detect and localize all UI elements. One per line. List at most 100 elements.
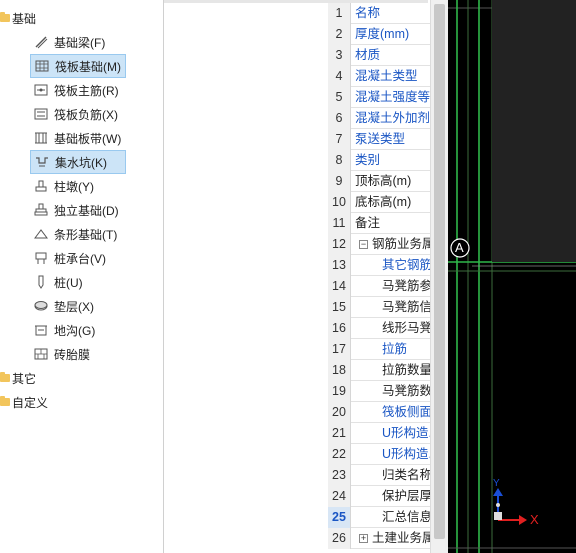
- row-number: 11: [328, 213, 351, 234]
- property-name: 材质: [355, 48, 381, 62]
- property-name: 混凝土类型: [355, 69, 418, 83]
- property-row[interactable]: 8类别有梁式: [328, 150, 430, 171]
- column-pier-icon: [32, 177, 50, 195]
- tree-item-label: 独立基础(D): [54, 203, 119, 218]
- tree-item[interactable]: 桩(U): [30, 270, 83, 294]
- property-name: 拉筋数量...: [382, 363, 430, 377]
- tree-item-label: 垫层(X): [54, 299, 94, 314]
- property-name-cell: 归类名称: [352, 465, 430, 486]
- property-row[interactable]: 10底标高(m)层底标高: [328, 192, 430, 213]
- tree-item[interactable]: 筏板负筋(X): [30, 102, 118, 126]
- property-name-cell: 马凳筋参...: [352, 276, 430, 297]
- raft-negative-rebar-icon: [32, 105, 50, 123]
- property-row[interactable]: 11 备注: [328, 213, 430, 234]
- row-number: 5: [328, 87, 351, 108]
- property-row[interactable]: 7泵送类型(混凝土泵): [328, 129, 430, 150]
- property-row[interactable]: 12−钢筋业务属性: [328, 234, 430, 255]
- tree-folder-1[interactable]: 其它: [0, 366, 36, 390]
- property-name: 类别: [355, 153, 381, 167]
- property-grid-scrollbar[interactable]: [430, 0, 448, 553]
- tree-item[interactable]: 地沟(G): [30, 318, 95, 342]
- row-number: 26: [328, 528, 351, 549]
- property-row[interactable]: 20 筏板侧面...: [328, 402, 430, 423]
- folder-icon: [0, 396, 10, 406]
- tree-item[interactable]: 筏板基础(M): [30, 54, 126, 78]
- property-row[interactable]: 16线形马凳...平行横向受力筋: [328, 318, 430, 339]
- tree-item[interactable]: 筏板主筋(R): [30, 78, 119, 102]
- tree-item[interactable]: 砖胎膜: [30, 342, 90, 366]
- property-row[interactable]: 2厚度(mm)(120): [328, 24, 430, 45]
- row-number: 18: [328, 360, 351, 381]
- tree-item-label: 桩(U): [54, 275, 83, 290]
- cad-drawing: [448, 0, 576, 553]
- tree-item-label: 柱墩(Y): [54, 179, 94, 194]
- tree-item[interactable]: 独立基础(D): [30, 198, 119, 222]
- property-name-cell: U形构造...: [352, 444, 430, 465]
- property-row[interactable]: 9顶标高(m)层底标高+0.12: [328, 171, 430, 192]
- property-name-cell: 底标高(m): [352, 192, 430, 213]
- tree-folder-label: 基础: [12, 11, 37, 26]
- property-name: 拉筋: [382, 342, 408, 356]
- tree-item[interactable]: 条形基础(T): [30, 222, 117, 246]
- property-row[interactable]: 14 马凳筋参...: [328, 276, 430, 297]
- tree-item[interactable]: 集水坑(K): [30, 150, 126, 174]
- property-name: 汇总信息: [382, 510, 430, 524]
- property-row[interactable]: 22U形构造...max(15*d,200): [328, 444, 430, 465]
- property-name: 混凝土外加剂: [355, 111, 430, 125]
- property-row[interactable]: 21 U形构造...: [328, 423, 430, 444]
- property-row[interactable]: 13 其它钢筋: [328, 255, 430, 276]
- tree-folder-2[interactable]: 自定义: [0, 390, 48, 414]
- property-name-cell: 备注: [352, 213, 430, 234]
- row-number: 20: [328, 402, 351, 423]
- property-row[interactable]: 17 拉筋: [328, 339, 430, 360]
- property-name: U形构造...: [382, 426, 430, 440]
- property-row[interactable]: 25汇总信息(筏板基础): [328, 507, 430, 528]
- property-name: 筏板侧面...: [382, 405, 430, 419]
- property-name: 备注: [355, 216, 381, 230]
- property-name-cell: U形构造...: [352, 423, 430, 444]
- property-row[interactable]: 23归类名称(FB-1): [328, 465, 430, 486]
- property-row[interactable]: 4混凝土类型(混凝土20石): [328, 66, 430, 87]
- property-name-cell: 拉筋: [352, 339, 430, 360]
- tree-folder-label: 其它: [12, 371, 37, 386]
- property-row[interactable]: 3材质商品混凝土: [328, 45, 430, 66]
- tree-item[interactable]: 基础梁(F): [30, 30, 105, 54]
- property-row[interactable]: 18拉筋数量...向上取整+1: [328, 360, 430, 381]
- property-row[interactable]: 6混凝土外加剂(无): [328, 108, 430, 129]
- expand-icon[interactable]: +: [359, 534, 368, 544]
- tree-item-label: 砖胎膜: [54, 347, 91, 362]
- property-name-cell: 混凝土强度等级: [352, 87, 430, 108]
- collapse-icon[interactable]: −: [359, 240, 368, 250]
- x-axis-label: X: [530, 512, 539, 527]
- property-name-cell: 混凝土类型: [352, 66, 430, 87]
- property-name-cell: 类别: [352, 150, 430, 171]
- property-name-cell: −钢筋业务属性: [352, 234, 430, 255]
- property-row[interactable]: 15 马凳筋信息: [328, 297, 430, 318]
- property-row[interactable]: 5混凝土强度等级(C30): [328, 87, 430, 108]
- row-number: 4: [328, 66, 351, 87]
- tree-item-label: 筏板基础(M): [55, 59, 121, 74]
- property-name-cell: 厚度(mm): [352, 24, 430, 45]
- property-name: 马凳筋数...: [382, 384, 430, 398]
- raft-foundation-icon: [33, 57, 51, 75]
- raft-main-rebar-icon: [32, 81, 50, 99]
- tree-item-label: 集水坑(K): [55, 155, 107, 170]
- property-row[interactable]: 24保护层厚...50/15: [328, 486, 430, 507]
- property-name-cell: 马凳筋数...: [352, 381, 430, 402]
- tree-item[interactable]: 桩承台(V): [30, 246, 106, 270]
- scrollbar-thumb[interactable]: [434, 4, 445, 539]
- property-name-cell: 泵送类型: [352, 129, 430, 150]
- tree-item[interactable]: 基础板带(W): [30, 126, 121, 150]
- foundation-strip-icon: [32, 129, 50, 147]
- row-number: 2: [328, 24, 351, 45]
- property-name: 归类名称: [382, 468, 430, 482]
- tree-folder-0[interactable]: 基础: [0, 6, 36, 30]
- cad-viewport[interactable]: A Y X: [448, 0, 576, 553]
- property-row[interactable]: 19马凳筋数...向上取整+1: [328, 381, 430, 402]
- property-name-cell: 汇总信息: [352, 507, 430, 528]
- property-row[interactable]: 1名称FB-1: [328, 3, 430, 24]
- tree-item[interactable]: 垫层(X): [30, 294, 94, 318]
- property-row[interactable]: 26 + 土建业务属性: [328, 528, 430, 549]
- tree-item[interactable]: 柱墩(Y): [30, 174, 94, 198]
- cushion-layer-icon: [32, 297, 50, 315]
